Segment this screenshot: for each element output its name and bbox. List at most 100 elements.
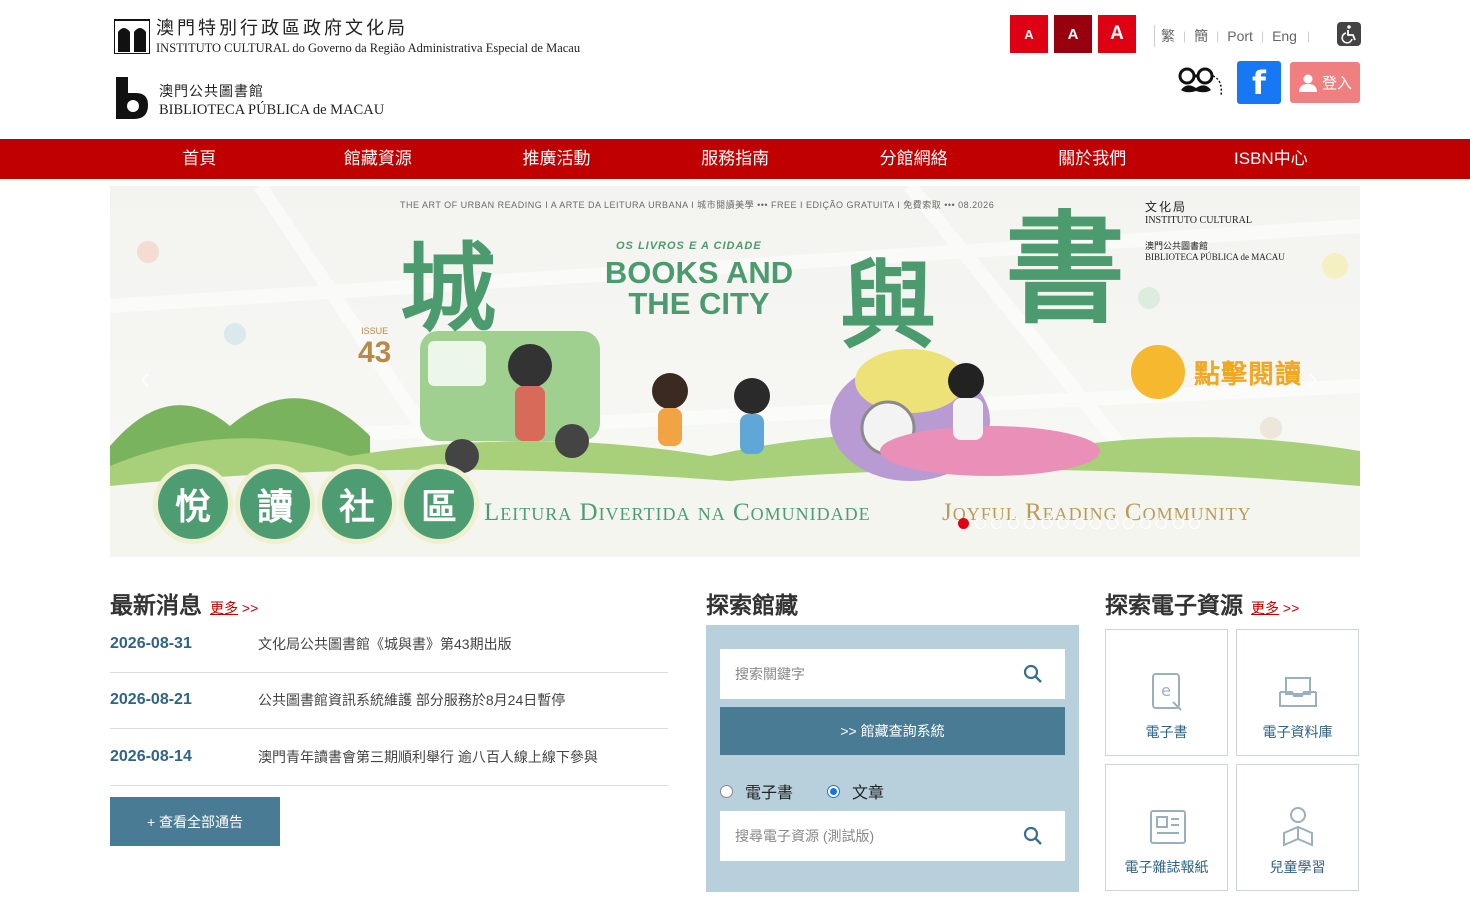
catalog-system-button[interactable]: >> 館藏查詢系統 [720, 707, 1065, 755]
font-medium-button[interactable]: A [1054, 15, 1092, 53]
news-row[interactable]: 2026-08-14 澳門青年讀書會第三期順利舉行 逾八百人線上線下參與 [110, 729, 668, 786]
nav-about[interactable]: 關於我們 [1003, 139, 1182, 179]
carousel-dot[interactable] [1024, 518, 1035, 529]
font-large-button[interactable]: A [1098, 15, 1136, 53]
click-read-hand-icon[interactable] [1131, 345, 1185, 399]
tile-label: 電子書 [1145, 724, 1188, 740]
tile-label: 兒童學習 [1269, 859, 1326, 875]
tile-kids[interactable]: 兒童學習 [1236, 764, 1359, 891]
login-label: 登入 [1321, 75, 1352, 92]
main-nav: 首頁 館藏資源 推廣活動 服務指南 分館網絡 關於我們 ISBN中心 [0, 139, 1470, 179]
carousel-dot[interactable] [1007, 518, 1019, 529]
news-text[interactable]: 澳門青年讀書會第三期順利舉行 逾八百人線上線下參與 [258, 747, 598, 767]
carousel-dot[interactable] [1139, 518, 1151, 529]
banner-title-zh-1: 城 [400, 233, 496, 345]
wheelchair-icon [1341, 25, 1356, 44]
news-title: 最新消息 [110, 593, 202, 619]
eresource-placeholder: 搜尋電子資源 (測試版) [735, 828, 875, 844]
carousel-next-arrow[interactable]: › [1308, 362, 1318, 396]
eres-more-link[interactable]: 更多 >> [1251, 598, 1299, 618]
lang-portuguese[interactable]: Port [1227, 28, 1253, 44]
latest-news: 最新消息 更多 >> 2026-08-31 文化局公共圖書館《城與書》第43期出… [110, 586, 668, 786]
ic-name-pt: INSTITUTO CULTURAL do Governo da Região … [156, 41, 581, 55]
radio-ebook-label[interactable]: 電子書 [745, 779, 793, 803]
banner-ic-logo: 文化局 INSTITUTO CULTURAL [1145, 200, 1252, 226]
news-row[interactable]: 2026-08-21 公共圖書館資訊系統維護 部分服務於8月24日暫停 [110, 673, 668, 729]
tile-label: 電子雜誌報紙 [1124, 859, 1209, 875]
carousel-dot[interactable] [991, 518, 1002, 529]
carousel-dot[interactable] [1123, 518, 1134, 529]
search-icon[interactable] [1023, 664, 1043, 684]
news-date: 2026-08-14 [110, 747, 192, 765]
banner-bubble: 區 [404, 469, 474, 539]
ic-logo-icon [114, 19, 150, 54]
carousel-dot[interactable] [1057, 518, 1068, 529]
banner-bubble: 悅 [158, 469, 228, 539]
view-all-notices-button[interactable]: + 查看全部通告 [110, 797, 280, 846]
banner-bubbles: 悅 讀 社 區 [158, 469, 486, 539]
hero-banner[interactable]: THE ART OF URBAN READING I A ARTE DA LEI… [110, 186, 1360, 557]
news-more-link[interactable]: 更多 >> [210, 598, 258, 618]
carousel-dot[interactable] [1189, 518, 1200, 529]
login-button[interactable]: 登入 [1290, 62, 1360, 103]
reading-glasses-icon[interactable] [1177, 66, 1225, 98]
child-reading-icon [1282, 807, 1313, 847]
lang-traditional[interactable]: 繁 [1161, 26, 1175, 46]
nav-branches[interactable]: 分館網絡 [824, 139, 1003, 179]
bp-name-pt: BIBLIOTECA PÚBLICA de MACAU [159, 102, 385, 118]
carousel-dot[interactable] [974, 518, 986, 529]
radio-ebook[interactable] [720, 784, 733, 798]
radio-article-label[interactable]: 文章 [852, 779, 884, 803]
radio-article[interactable] [827, 784, 841, 798]
search-icon[interactable] [1023, 826, 1043, 846]
tile-database[interactable]: 電子資料庫 [1236, 629, 1359, 756]
language-switcher: 繁 | 簡 | Port | Eng | [1154, 25, 1318, 47]
carousel-dot[interactable] [1106, 518, 1118, 529]
font-size-switcher: A A A [1010, 15, 1142, 53]
nav-collections[interactable]: 館藏資源 [289, 139, 468, 179]
collection-search: 探索館藏 搜索關鍵字 >> 館藏查詢系統 電子書 文章 搜尋電子資源 (測試版) [706, 586, 1079, 892]
bp-logo-icon [116, 77, 148, 119]
tile-ebook[interactable]: e 電子書 [1105, 629, 1228, 756]
ebook-icon: e [1151, 673, 1182, 711]
carousel-dot[interactable] [958, 518, 969, 529]
accessibility-button[interactable] [1337, 22, 1361, 46]
carousel-dot[interactable] [1156, 518, 1167, 529]
tile-label: 電子資料庫 [1262, 724, 1333, 740]
banner-bubble: 讀 [240, 469, 310, 539]
nav-isbn[interactable]: ISBN中心 [1182, 139, 1361, 179]
keyword-search-input[interactable]: 搜索關鍵字 [720, 649, 1065, 699]
e-resources: 探索電子資源 更多 >> [1105, 586, 1360, 620]
lang-divider [1154, 25, 1155, 47]
bp-name-zh: 澳門公共圖書館 [159, 84, 264, 100]
facebook-button[interactable]: f [1237, 61, 1281, 104]
banner-issue: ISSUE 43 [358, 326, 392, 369]
banner-bp-logo: 澳門公共圖書館 BIBLIOTECA PÚBLICA de MACAU [1145, 241, 1285, 262]
nav-events[interactable]: 推廣活動 [467, 139, 646, 179]
search-panel: 搜索關鍵字 >> 館藏查詢系統 電子書 文章 搜尋電子資源 (測試版) [706, 625, 1079, 892]
search-type-radios: 電子書 文章 [720, 779, 884, 803]
carousel-dots [958, 518, 1206, 529]
news-text[interactable]: 文化局公共圖書館《城與書》第43期出版 [258, 634, 512, 654]
banner-bubble: 社 [322, 469, 392, 539]
carousel-dot[interactable] [1040, 518, 1052, 529]
news-row[interactable]: 2026-08-31 文化局公共圖書館《城與書》第43期出版 [110, 616, 668, 673]
news-date: 2026-08-31 [110, 634, 192, 652]
news-text[interactable]: 公共圖書館資訊系統維護 部分服務於8月24日暫停 [258, 690, 565, 710]
lang-simplified[interactable]: 簡 [1194, 26, 1208, 46]
nav-home[interactable]: 首頁 [110, 139, 289, 179]
lang-english[interactable]: Eng [1272, 28, 1297, 44]
keyword-placeholder: 搜索關鍵字 [735, 666, 805, 682]
svg-text:e: e [1161, 681, 1171, 700]
eresource-search-input[interactable]: 搜尋電子資源 (測試版) [720, 811, 1065, 861]
font-small-button[interactable]: A [1010, 15, 1048, 53]
carousel-prev-arrow[interactable]: ‹ [140, 362, 150, 396]
carousel-dot[interactable] [1090, 518, 1101, 529]
tile-emagazine[interactable]: 電子雜誌報紙 [1105, 764, 1228, 891]
click-read-label[interactable]: 點擊閱讀 [1194, 354, 1302, 391]
instituto-cultural-logo[interactable]: 澳門特別行政區政府文化局 INSTITUTO CULTURAL do Gover… [114, 18, 580, 56]
biblioteca-logo[interactable]: 澳門公共圖書館 BIBLIOTECA PÚBLICA de MACAU [114, 77, 384, 119]
carousel-dot[interactable] [1172, 518, 1184, 529]
carousel-dot[interactable] [1073, 518, 1085, 529]
nav-service-guide[interactable]: 服務指南 [646, 139, 825, 179]
